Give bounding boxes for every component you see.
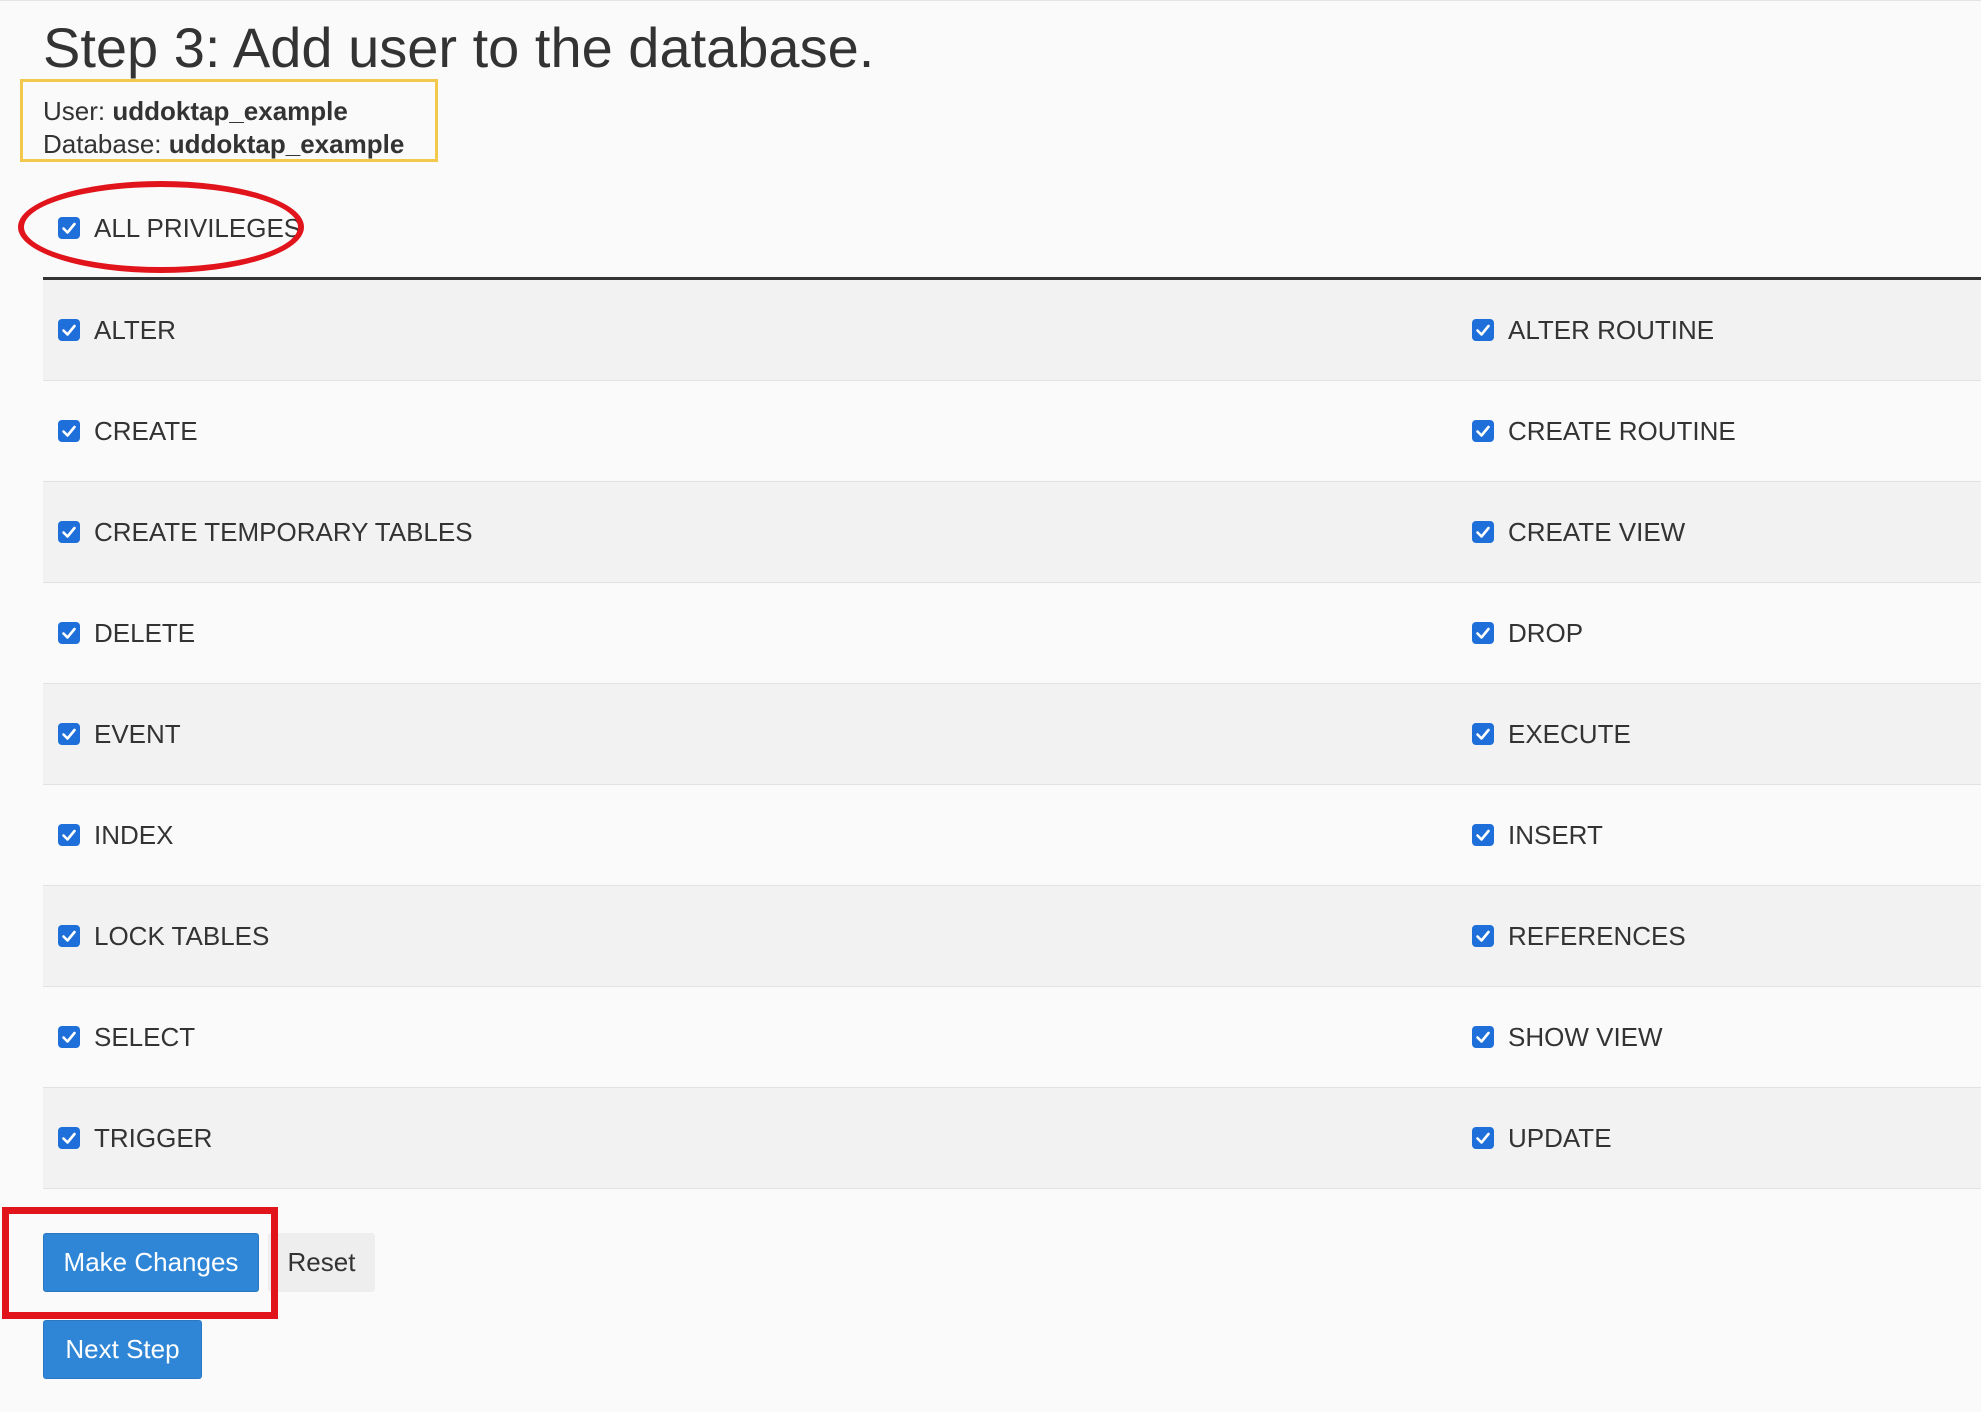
checkmark-icon <box>1476 930 1490 942</box>
privilege-label: SELECT <box>94 1021 196 1052</box>
user-value: uddoktap_example <box>112 96 348 126</box>
checkmark-icon <box>62 829 76 841</box>
privilege-option[interactable]: INDEX <box>58 785 173 885</box>
privilege-option[interactable]: ALTER ROUTINE <box>1472 280 1714 380</box>
privilege-row: ALTER ALTER ROUTINE <box>43 280 1981 381</box>
privilege-label: EXECUTE <box>1508 718 1631 749</box>
checkmark-icon <box>62 930 76 942</box>
privilege-label: CREATE TEMPORARY TABLES <box>94 516 473 547</box>
privilege-option[interactable]: CREATE VIEW <box>1472 482 1685 582</box>
privilege-checkbox[interactable] <box>58 319 80 341</box>
checkmark-icon <box>62 728 76 740</box>
checkmark-icon <box>62 526 76 538</box>
database-info-line: Database: uddoktap_example <box>43 128 435 161</box>
user-database-info: User: uddoktap_example Database: uddokta… <box>20 79 438 162</box>
privilege-label: LOCK TABLES <box>94 920 270 951</box>
privilege-checkbox[interactable] <box>58 925 80 947</box>
privilege-option[interactable]: SHOW VIEW <box>1472 987 1663 1087</box>
privilege-row: DELETE DROP <box>43 583 1981 684</box>
privilege-option[interactable]: EXECUTE <box>1472 684 1631 784</box>
privilege-checkbox[interactable] <box>1472 521 1494 543</box>
privilege-row: TRIGGER UPDATE <box>43 1088 1981 1189</box>
checkmark-icon <box>1476 829 1490 841</box>
user-info-line: User: uddoktap_example <box>43 95 435 128</box>
database-label: Database: <box>43 129 162 159</box>
privilege-label: INSERT <box>1508 819 1603 850</box>
database-value: uddoktap_example <box>168 129 405 159</box>
privilege-label: ALTER ROUTINE <box>1508 314 1715 345</box>
checkmark-icon <box>1476 1031 1490 1043</box>
checkmark-icon <box>1476 526 1490 538</box>
checkmark-icon <box>62 1031 76 1043</box>
privilege-label: EVENT <box>94 718 181 749</box>
checkmark-icon <box>1476 324 1490 336</box>
checkmark-icon <box>62 324 76 336</box>
privilege-checkbox[interactable] <box>1472 1127 1494 1149</box>
highlight-circle-annotation <box>18 181 304 273</box>
privilege-checkbox[interactable] <box>58 622 80 644</box>
checkmark-icon <box>62 627 76 639</box>
privilege-option[interactable]: TRIGGER <box>58 1088 212 1188</box>
privilege-checkbox[interactable] <box>1472 420 1494 442</box>
highlight-box-annotation <box>2 1207 278 1319</box>
checkmark-icon <box>1476 627 1490 639</box>
page-title: Step 3: Add user to the database. <box>43 16 875 79</box>
privilege-row: LOCK TABLES REFERENCES <box>43 886 1981 987</box>
privilege-checkbox[interactable] <box>1472 925 1494 947</box>
privilege-option[interactable]: SELECT <box>58 987 195 1087</box>
privilege-option[interactable]: CREATE <box>58 381 198 481</box>
privilege-option[interactable]: DELETE <box>58 583 195 683</box>
privilege-row: INDEX INSERT <box>43 785 1981 886</box>
privileges-table: ALTER ALTER ROUTINE CREATE CREATE ROUTINE CR… <box>43 277 1981 1189</box>
checkmark-icon <box>1476 425 1490 437</box>
reset-button[interactable]: Reset <box>268 1233 375 1292</box>
privilege-checkbox[interactable] <box>1472 319 1494 341</box>
privilege-label: CREATE <box>94 415 198 446</box>
privilege-checkbox[interactable] <box>58 1127 80 1149</box>
privilege-option[interactable]: EVENT <box>58 684 181 784</box>
privilege-label: DROP <box>1508 617 1584 648</box>
privilege-label: CREATE ROUTINE <box>1508 415 1736 446</box>
privilege-checkbox[interactable] <box>58 723 80 745</box>
privilege-option[interactable]: UPDATE <box>1472 1088 1612 1188</box>
checkmark-icon <box>62 1132 76 1144</box>
privilege-checkbox[interactable] <box>58 420 80 442</box>
privilege-row: CREATE CREATE ROUTINE <box>43 381 1981 482</box>
privilege-label: TRIGGER <box>94 1122 213 1153</box>
privilege-checkbox[interactable] <box>1472 622 1494 644</box>
privilege-row: EVENT EXECUTE <box>43 684 1981 785</box>
checkmark-icon <box>1476 728 1490 740</box>
privilege-option[interactable]: LOCK TABLES <box>58 886 269 986</box>
privilege-option[interactable]: DROP <box>1472 583 1583 683</box>
privilege-option[interactable]: INSERT <box>1472 785 1603 885</box>
privilege-label: REFERENCES <box>1508 920 1686 951</box>
checkmark-icon <box>62 425 76 437</box>
next-step-button[interactable]: Next Step <box>43 1320 202 1379</box>
privilege-label: ALTER <box>94 314 176 345</box>
privilege-label: SHOW VIEW <box>1508 1021 1663 1052</box>
privilege-option[interactable]: CREATE TEMPORARY TABLES <box>58 482 473 582</box>
privilege-checkbox[interactable] <box>58 1026 80 1048</box>
checkmark-icon <box>1476 1132 1490 1144</box>
privilege-checkbox[interactable] <box>58 521 80 543</box>
privilege-option[interactable]: REFERENCES <box>1472 886 1686 986</box>
privilege-option[interactable]: ALTER <box>58 280 176 380</box>
privilege-checkbox[interactable] <box>58 824 80 846</box>
privilege-label: UPDATE <box>1508 1122 1612 1153</box>
user-label: User: <box>43 96 106 126</box>
privilege-row: CREATE TEMPORARY TABLES CREATE VIEW <box>43 482 1981 583</box>
privilege-label: CREATE VIEW <box>1508 516 1686 547</box>
top-divider <box>0 0 1981 1</box>
privilege-label: DELETE <box>94 617 196 648</box>
privilege-option[interactable]: CREATE ROUTINE <box>1472 381 1736 481</box>
privilege-checkbox[interactable] <box>1472 1026 1494 1048</box>
privilege-checkbox[interactable] <box>1472 824 1494 846</box>
privilege-label: INDEX <box>94 819 174 850</box>
privilege-row: SELECT SHOW VIEW <box>43 987 1981 1088</box>
privilege-checkbox[interactable] <box>1472 723 1494 745</box>
